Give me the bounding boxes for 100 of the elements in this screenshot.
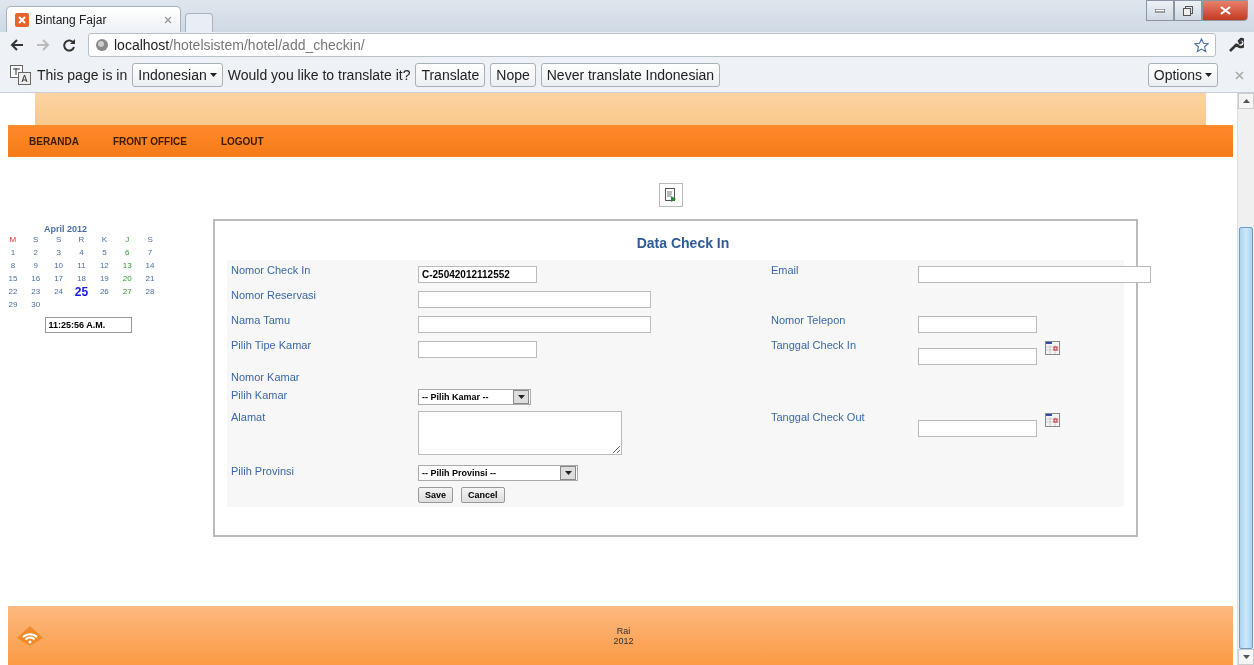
form-button[interactable]: Cancel (461, 487, 505, 503)
calendar-day[interactable]: 23 (24, 286, 48, 298)
calendar-icon[interactable] (1045, 413, 1060, 427)
calendar-day[interactable]: 25 (70, 286, 93, 298)
scrollbar[interactable] (1237, 93, 1254, 665)
document-icon[interactable] (658, 183, 683, 207)
calendar-day[interactable]: 4 (70, 247, 93, 259)
calendar-day[interactable]: 27 (115, 286, 139, 298)
calendar-day[interactable]: 20 (115, 273, 139, 285)
calendar-day[interactable]: 18 (70, 273, 93, 285)
field-label: Nomor Reservasi (230, 289, 317, 301)
address-bar[interactable]: localhost/hotelsistem/hotel/add_checkin/ (88, 33, 1216, 57)
footer-text: 2012 (613, 635, 634, 646)
globe-icon (95, 38, 109, 52)
close-icon[interactable] (1235, 70, 1244, 80)
clock-display: 11:25:56 A.M. (44, 317, 132, 333)
calendar-day[interactable]: 26 (92, 286, 116, 298)
translate-bar-button[interactable]: Never translate Indonesian (540, 63, 721, 87)
calendar-day[interactable]: 30 (24, 299, 48, 311)
input-field[interactable] (418, 291, 651, 308)
calendar-day[interactable]: 19 (92, 273, 116, 285)
input-field[interactable] (918, 316, 1037, 333)
nav-link[interactable]: BERANDA (29, 135, 79, 147)
input-field[interactable] (918, 266, 1151, 283)
calendar-day[interactable]: 24 (47, 286, 71, 298)
weekday-label: K (100, 234, 108, 246)
input-field[interactable] (418, 341, 537, 358)
field-label: Nomor Telepon (770, 314, 847, 326)
calendar-day[interactable]: 14 (138, 260, 162, 272)
calendar-day[interactable]: 12 (92, 260, 116, 272)
reload-icon[interactable] (62, 38, 76, 52)
close-icon (1219, 6, 1231, 15)
restore-button[interactable] (1174, 0, 1202, 21)
calendar-day[interactable]: 21 (138, 273, 162, 285)
nav-link[interactable]: LOGOUT (220, 135, 264, 147)
calendar-day[interactable]: 1 (1, 247, 25, 259)
calendar-day[interactable]: 6 (115, 247, 139, 259)
calendar-day[interactable]: 16 (24, 273, 48, 285)
form-button[interactable]: Save (418, 487, 454, 503)
date-field[interactable] (918, 348, 1037, 365)
field-label: Nama Tamu (230, 314, 292, 326)
input-field[interactable] (418, 316, 651, 333)
translate-bar-button[interactable]: Translate (415, 63, 486, 87)
restore-icon (1183, 5, 1193, 16)
calendar-day[interactable]: 11 (70, 260, 93, 272)
star-icon[interactable] (1194, 37, 1209, 53)
weekday-label: R (77, 234, 86, 246)
field-label: Tanggal Check In (770, 339, 857, 351)
form-title: Data Check In (635, 235, 731, 251)
back-icon[interactable] (10, 39, 24, 51)
calendar-day[interactable]: 17 (47, 273, 71, 285)
options-dropdown[interactable]: Options (1147, 63, 1218, 87)
text-area[interactable] (418, 411, 622, 455)
input-field[interactable]: C-25042012112552 (418, 266, 537, 283)
dropdown[interactable]: -- Pilih Kamar -- (418, 389, 531, 405)
translate-prompt: This page is in (37, 67, 128, 83)
calendar-day[interactable]: 22 (1, 286, 25, 298)
date-field[interactable] (918, 420, 1037, 437)
calendar-day[interactable]: 2 (24, 247, 48, 259)
wrench-icon[interactable] (1228, 37, 1244, 53)
calendar-day[interactable]: 7 (138, 247, 162, 259)
calendar-day[interactable]: 8 (1, 260, 25, 272)
close-button[interactable] (1202, 0, 1248, 21)
field-label: Nomor Check In (230, 264, 312, 276)
calendar-day[interactable]: 3 (47, 247, 71, 259)
calendar-day[interactable]: 10 (47, 260, 71, 272)
forward-icon[interactable] (36, 39, 50, 51)
scroll-up-icon[interactable] (1242, 99, 1250, 103)
language-dropdown[interactable]: Indonesian (132, 63, 223, 87)
new-tab-button[interactable] (185, 13, 213, 32)
calendar-day[interactable]: 28 (138, 286, 162, 298)
field-label: Nomor Kamar (230, 371, 301, 383)
translate-icon (10, 65, 32, 85)
scroll-down-icon[interactable] (1242, 655, 1250, 659)
translate-question: Would you like to translate it? (227, 67, 411, 83)
calendar-icon[interactable] (1045, 341, 1060, 355)
weekday-label: M (8, 234, 18, 246)
translate-bar-button[interactable]: Nope (490, 63, 536, 87)
field-label: Tanggal Check Out (770, 411, 866, 423)
field-label: Alamat (230, 411, 267, 423)
caret-icon (209, 73, 217, 77)
caret-icon (1205, 73, 1212, 77)
caret-icon (513, 390, 529, 404)
calendar-day[interactable]: 9 (24, 260, 48, 272)
field-label: Email (770, 264, 800, 276)
weekday-label: S (54, 234, 63, 246)
footer-text: Rai (616, 625, 631, 636)
dropdown[interactable]: -- Pilih Provinsi -- (418, 465, 578, 481)
close-icon[interactable] (164, 15, 172, 24)
field-label: Pilih Tipe Kamar (230, 339, 313, 351)
weekday-label: S (32, 234, 40, 246)
calendar-day[interactable]: 5 (92, 247, 116, 259)
tab-title: Bintang Fajar (35, 12, 108, 27)
weekday-label: J (124, 234, 131, 246)
calendar-day[interactable]: 29 (1, 299, 25, 311)
browser-tab[interactable]: Bintang Fajar (6, 6, 181, 32)
calendar-day[interactable]: 15 (1, 273, 25, 285)
nav-link[interactable]: FRONT OFFICE (113, 135, 187, 147)
calendar-day[interactable]: 13 (115, 260, 139, 272)
caret-icon (560, 466, 576, 480)
